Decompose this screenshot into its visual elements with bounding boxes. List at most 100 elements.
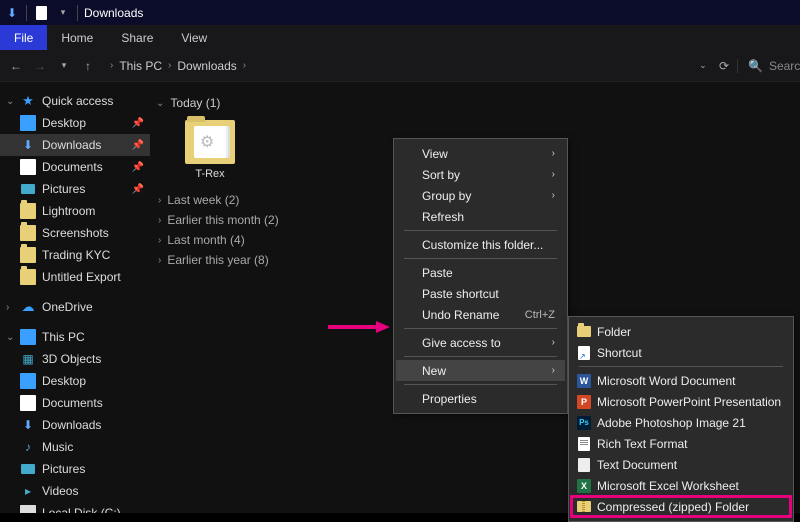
- ctx-undo-rename[interactable]: Undo RenameCtrl+Z: [396, 304, 565, 325]
- sidebar-pc-pictures[interactable]: Pictures: [0, 458, 150, 480]
- nav-sidebar: ⌄★Quick access Desktop📌 ⬇Downloads📌 Docu…: [0, 82, 150, 513]
- address-dropdown[interactable]: ⌄: [695, 58, 711, 74]
- desktop-icon: [20, 373, 36, 389]
- word-icon: W: [576, 373, 592, 389]
- sidebar-item-pictures[interactable]: Pictures📌: [0, 178, 150, 200]
- star-icon: ★: [20, 93, 36, 109]
- shortcut-icon: [576, 345, 592, 361]
- documents-icon: [20, 395, 36, 411]
- back-button[interactable]: ←: [8, 58, 24, 74]
- ctx-paste[interactable]: Paste: [396, 262, 565, 283]
- sidebar-item-untitled-export[interactable]: Untitled Export: [0, 266, 150, 288]
- cloud-icon: ☁: [20, 299, 36, 315]
- sidebar-pc-local-disk[interactable]: Local Disk (C:): [0, 502, 150, 513]
- down-arrow-icon[interactable]: ⬇: [4, 5, 20, 21]
- powerpoint-icon: P: [576, 394, 592, 410]
- sidebar-item-desktop[interactable]: Desktop📌: [0, 112, 150, 134]
- new-compressed-folder[interactable]: Compressed (zipped) Folder: [571, 496, 791, 517]
- chevron-right-icon: ›: [552, 190, 555, 201]
- sidebar-pc-music[interactable]: ♪Music: [0, 436, 150, 458]
- new-excel[interactable]: XMicrosoft Excel Worksheet: [571, 475, 791, 496]
- forward-button[interactable]: →: [32, 58, 48, 74]
- dropdown-icon[interactable]: ▾: [55, 5, 71, 21]
- hotkey: Ctrl+Z: [525, 309, 555, 321]
- file-icon[interactable]: [33, 5, 49, 21]
- crumb-root[interactable]: This PC: [119, 59, 162, 73]
- folder-t-rex[interactable]: T-Rex: [170, 120, 250, 180]
- ctx-group-by[interactable]: Group by›: [396, 185, 565, 206]
- new-word-document[interactable]: WMicrosoft Word Document: [571, 370, 791, 391]
- chevron-right-icon: ›: [552, 169, 555, 180]
- recent-dropdown[interactable]: ▾: [56, 58, 72, 74]
- chevron-icon: ›: [110, 60, 113, 71]
- folder-icon: [20, 203, 36, 219]
- new-text-document[interactable]: Text Document: [571, 454, 791, 475]
- ctx-view[interactable]: View›: [396, 143, 565, 164]
- new-shortcut[interactable]: Shortcut: [571, 342, 791, 363]
- pc-icon: [20, 329, 36, 345]
- crumb-folder[interactable]: Downloads: [177, 59, 236, 73]
- folder-icon: [20, 247, 36, 263]
- sidebar-pc-desktop[interactable]: Desktop: [0, 370, 150, 392]
- ctx-refresh[interactable]: Refresh: [396, 206, 565, 227]
- sidebar-quick-access[interactable]: ⌄★Quick access: [0, 90, 150, 112]
- 3d-icon: ▦: [20, 351, 36, 367]
- new-photoshop[interactable]: PsAdobe Photoshop Image 21: [571, 412, 791, 433]
- ctx-sort-by[interactable]: Sort by›: [396, 164, 565, 185]
- tab-file[interactable]: File: [0, 25, 47, 50]
- new-folder[interactable]: Folder: [571, 321, 791, 342]
- ctx-give-access-to[interactable]: Give access to›: [396, 332, 565, 353]
- refresh-button[interactable]: ⟳: [719, 59, 729, 73]
- sidebar-item-downloads[interactable]: ⬇Downloads📌: [0, 134, 150, 156]
- folder-icon: [20, 269, 36, 285]
- group-today[interactable]: ⌄Today (1): [156, 92, 794, 114]
- breadcrumb[interactable]: › This PC › Downloads ›: [104, 59, 687, 73]
- sidebar-item-lightroom[interactable]: Lightroom: [0, 200, 150, 222]
- tab-view[interactable]: View: [167, 25, 221, 50]
- sidebar-onedrive[interactable]: ›☁OneDrive: [0, 296, 150, 318]
- context-submenu-new: Folder Shortcut WMicrosoft Word Document…: [568, 316, 794, 522]
- chevron-icon: ›: [243, 60, 246, 71]
- sidebar-this-pc[interactable]: ⌄This PC: [0, 326, 150, 348]
- sidebar-pc-videos[interactable]: ▸Videos: [0, 480, 150, 502]
- pin-icon: 📌: [132, 118, 144, 129]
- up-button[interactable]: ↑: [80, 58, 96, 74]
- photoshop-icon: Ps: [576, 415, 592, 431]
- sidebar-pc-3d-objects[interactable]: ▦3D Objects: [0, 348, 150, 370]
- documents-icon: [20, 159, 36, 175]
- chevron-icon: ›: [168, 60, 171, 71]
- ctx-customize[interactable]: Customize this folder...: [396, 234, 565, 255]
- pictures-icon: [20, 181, 36, 197]
- desktop-icon: [20, 115, 36, 131]
- text-icon: [576, 457, 592, 473]
- new-powerpoint[interactable]: PMicrosoft PowerPoint Presentation: [571, 391, 791, 412]
- new-rtf[interactable]: Rich Text Format: [571, 433, 791, 454]
- downloads-icon: ⬇: [20, 137, 36, 153]
- drive-icon: [20, 505, 36, 513]
- search-box[interactable]: 🔍 Search: [737, 59, 792, 73]
- folder-icon: [185, 120, 235, 164]
- chevron-right-icon: ›: [552, 365, 555, 376]
- sidebar-item-screenshots[interactable]: Screenshots: [0, 222, 150, 244]
- folder-icon: [576, 324, 592, 340]
- chevron-right-icon: ›: [552, 148, 555, 159]
- context-menu: View› Sort by› Group by› Refresh Customi…: [393, 138, 568, 414]
- downloads-icon: ⬇: [20, 417, 36, 433]
- ctx-new[interactable]: New›: [396, 360, 565, 381]
- pin-icon: 📌: [132, 184, 144, 195]
- chevron-right-icon: ›: [552, 337, 555, 348]
- music-icon: ♪: [20, 439, 36, 455]
- zip-icon: [576, 499, 592, 515]
- window-title: Downloads: [84, 6, 143, 20]
- annotation-arrow: [328, 320, 390, 334]
- pin-icon: 📌: [132, 162, 144, 173]
- sidebar-pc-downloads[interactable]: ⬇Downloads: [0, 414, 150, 436]
- ctx-properties[interactable]: Properties: [396, 388, 565, 409]
- sidebar-pc-documents[interactable]: Documents: [0, 392, 150, 414]
- tab-home[interactable]: Home: [47, 25, 107, 50]
- folder-label: T-Rex: [195, 168, 224, 180]
- ctx-paste-shortcut[interactable]: Paste shortcut: [396, 283, 565, 304]
- sidebar-item-trading-kyc[interactable]: Trading KYC: [0, 244, 150, 266]
- sidebar-item-documents[interactable]: Documents📌: [0, 156, 150, 178]
- tab-share[interactable]: Share: [107, 25, 167, 50]
